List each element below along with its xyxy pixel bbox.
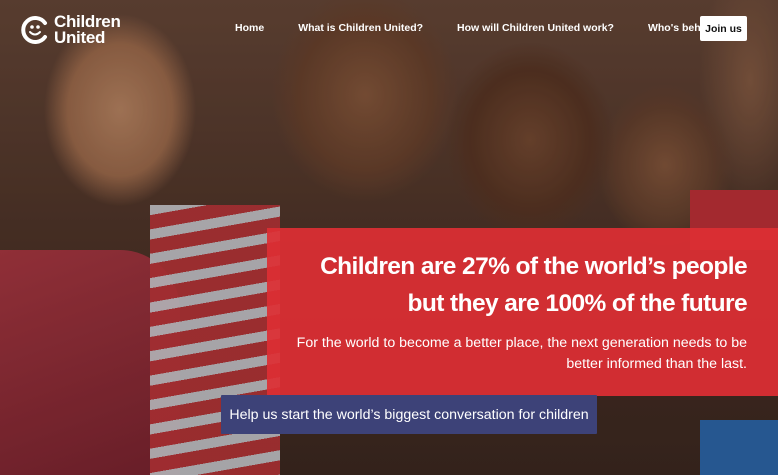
hero-subtext: For the world to become a better place, … xyxy=(277,333,747,375)
join-us-button[interactable]: Join us xyxy=(700,16,747,41)
headline-line-1: Children are 27% of the world’s people xyxy=(320,253,748,280)
subtext-line-2: better informed than the last. xyxy=(566,356,747,372)
headline-line-2: but they are 100% of the future xyxy=(407,290,748,317)
smiling-c-logo-icon xyxy=(20,15,50,45)
main-nav: Home What is Children United? How will C… xyxy=(235,22,732,34)
nav-link-home[interactable]: Home xyxy=(235,22,264,34)
subtext-line-1: For the world to become a better place, … xyxy=(296,335,747,351)
nav-link-what-is[interactable]: What is Children United? xyxy=(298,22,423,34)
nav-link-how-it-works[interactable]: How will Children United work? xyxy=(457,22,614,34)
brand-line-2: United xyxy=(54,28,106,47)
cta-button[interactable]: Help us start the world’s biggest conver… xyxy=(221,395,597,434)
brand-wordmark: Children United xyxy=(54,13,121,47)
brand-logo[interactable]: Children United xyxy=(20,13,121,47)
hero-headline: Children are 27% of the world’s people b… xyxy=(277,248,748,322)
